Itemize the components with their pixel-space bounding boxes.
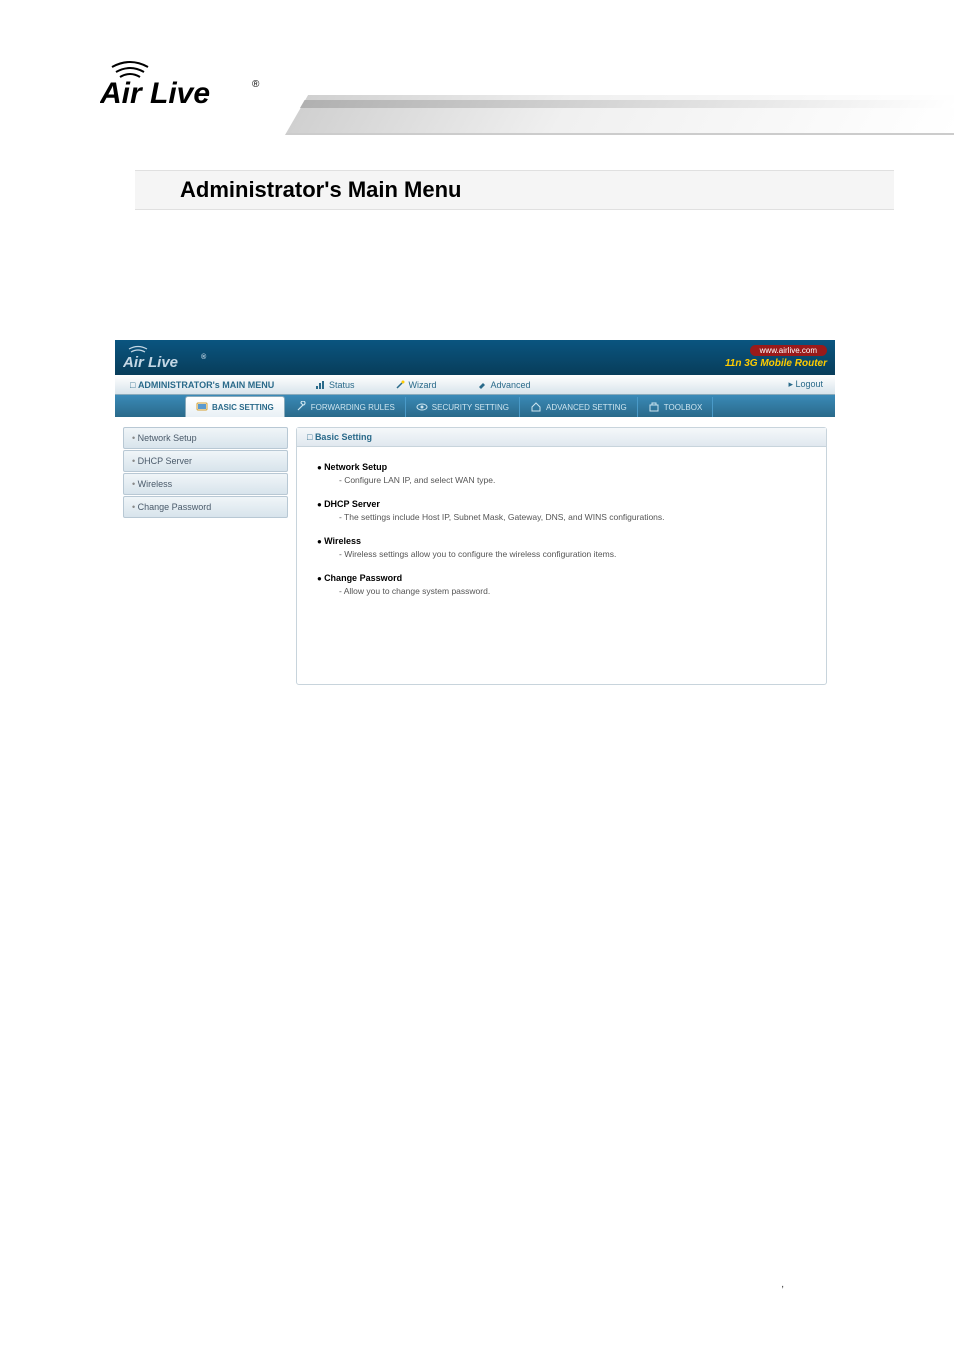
admin-main-menu-label: □ ADMINISTRATOR's MAIN MENU xyxy=(115,380,295,390)
logout-link[interactable]: ▸ Logout xyxy=(788,379,823,390)
menu-label: Wizard xyxy=(409,380,437,390)
svg-text:Air Live: Air Live xyxy=(100,77,210,110)
item-desc: - Configure LAN IP, and select WAN type. xyxy=(317,475,806,485)
tools-icon xyxy=(477,380,487,390)
panel-item-wireless: Wireless - Wireless settings allow you t… xyxy=(317,536,806,559)
decorative-stripe-2 xyxy=(300,100,954,108)
router-sidebar: Network Setup DHCP Server Wireless Chang… xyxy=(123,427,288,685)
url-badge[interactable]: www.airlive.com xyxy=(750,345,827,356)
item-title[interactable]: Wireless xyxy=(317,536,806,546)
panel-title: Basic Setting xyxy=(297,428,826,447)
monitor-icon xyxy=(196,401,208,413)
router-menubar: □ ADMINISTRATOR's MAIN MENU Status Wizar… xyxy=(115,375,835,395)
item-title[interactable]: Network Setup xyxy=(317,462,806,472)
item-desc: - Wireless settings allow you to configu… xyxy=(317,549,806,559)
tab-label: SECURITY SETTING xyxy=(432,403,509,412)
sidebar-item-change-password[interactable]: Change Password xyxy=(123,496,288,518)
panel-item-network-setup: Network Setup - Configure LAN IP, and se… xyxy=(317,462,806,485)
tab-forwarding-rules[interactable]: FORWARDING RULES xyxy=(285,397,406,417)
router-admin-screenshot: Air Live ® www.airlive.com 11n 3G Mobile… xyxy=(115,340,835,697)
title-bar: Administrator's Main Menu xyxy=(135,170,894,210)
tab-label: ADVANCED SETTING xyxy=(546,403,627,412)
menu-label: Advanced xyxy=(491,380,531,390)
router-header: Air Live ® www.airlive.com 11n 3G Mobile… xyxy=(115,340,835,375)
panel-body: Network Setup - Configure LAN IP, and se… xyxy=(297,447,826,625)
house-icon xyxy=(530,401,542,413)
menu-label: Status xyxy=(329,380,355,390)
airlive-logo: Air Live ® xyxy=(100,55,270,115)
item-title[interactable]: Change Password xyxy=(317,573,806,583)
item-title[interactable]: DHCP Server xyxy=(317,499,806,509)
toolbox-icon xyxy=(648,401,660,413)
menu-status[interactable]: Status xyxy=(295,380,375,390)
router-body: Network Setup DHCP Server Wireless Chang… xyxy=(115,417,835,697)
tab-advanced-setting[interactable]: ADVANCED SETTING xyxy=(520,397,638,417)
tab-security-setting[interactable]: SECURITY SETTING xyxy=(406,397,520,417)
bars-icon xyxy=(315,380,325,390)
router-tabbar: BASIC SETTING FORWARDING RULES SECURITY … xyxy=(115,395,835,417)
svg-text:®: ® xyxy=(252,79,260,90)
wand-icon xyxy=(395,380,405,390)
router-tagline: 11n 3G Mobile Router xyxy=(725,358,827,369)
router-logo: Air Live ® xyxy=(123,343,213,376)
router-main-panel: Basic Setting Network Setup - Configure … xyxy=(296,427,827,685)
tab-label: FORWARDING RULES xyxy=(311,403,395,412)
menu-advanced[interactable]: Advanced xyxy=(457,380,551,390)
tab-toolbox[interactable]: TOOLBOX xyxy=(638,397,714,417)
tab-label: BASIC SETTING xyxy=(212,403,274,412)
tab-label: TOOLBOX xyxy=(664,403,703,412)
tab-basic-setting[interactable]: BASIC SETTING xyxy=(185,396,285,417)
svg-text:Air Live: Air Live xyxy=(123,354,178,371)
sidebar-item-network-setup[interactable]: Network Setup xyxy=(123,427,288,449)
item-desc: - The settings include Host IP, Subnet M… xyxy=(317,512,806,522)
item-desc: - Allow you to change system password. xyxy=(317,586,806,596)
svg-text:®: ® xyxy=(201,353,207,361)
footer-mark: , xyxy=(781,1279,784,1290)
panel-item-dhcp-server: DHCP Server - The settings include Host … xyxy=(317,499,806,522)
sidebar-item-dhcp-server[interactable]: DHCP Server xyxy=(123,450,288,472)
panel-item-change-password: Change Password - Allow you to change sy… xyxy=(317,573,806,596)
sidebar-item-wireless[interactable]: Wireless xyxy=(123,473,288,495)
page-title: Administrator's Main Menu xyxy=(180,177,461,203)
menu-wizard[interactable]: Wizard xyxy=(375,380,457,390)
eye-icon xyxy=(416,401,428,413)
wrench-icon xyxy=(295,401,307,413)
